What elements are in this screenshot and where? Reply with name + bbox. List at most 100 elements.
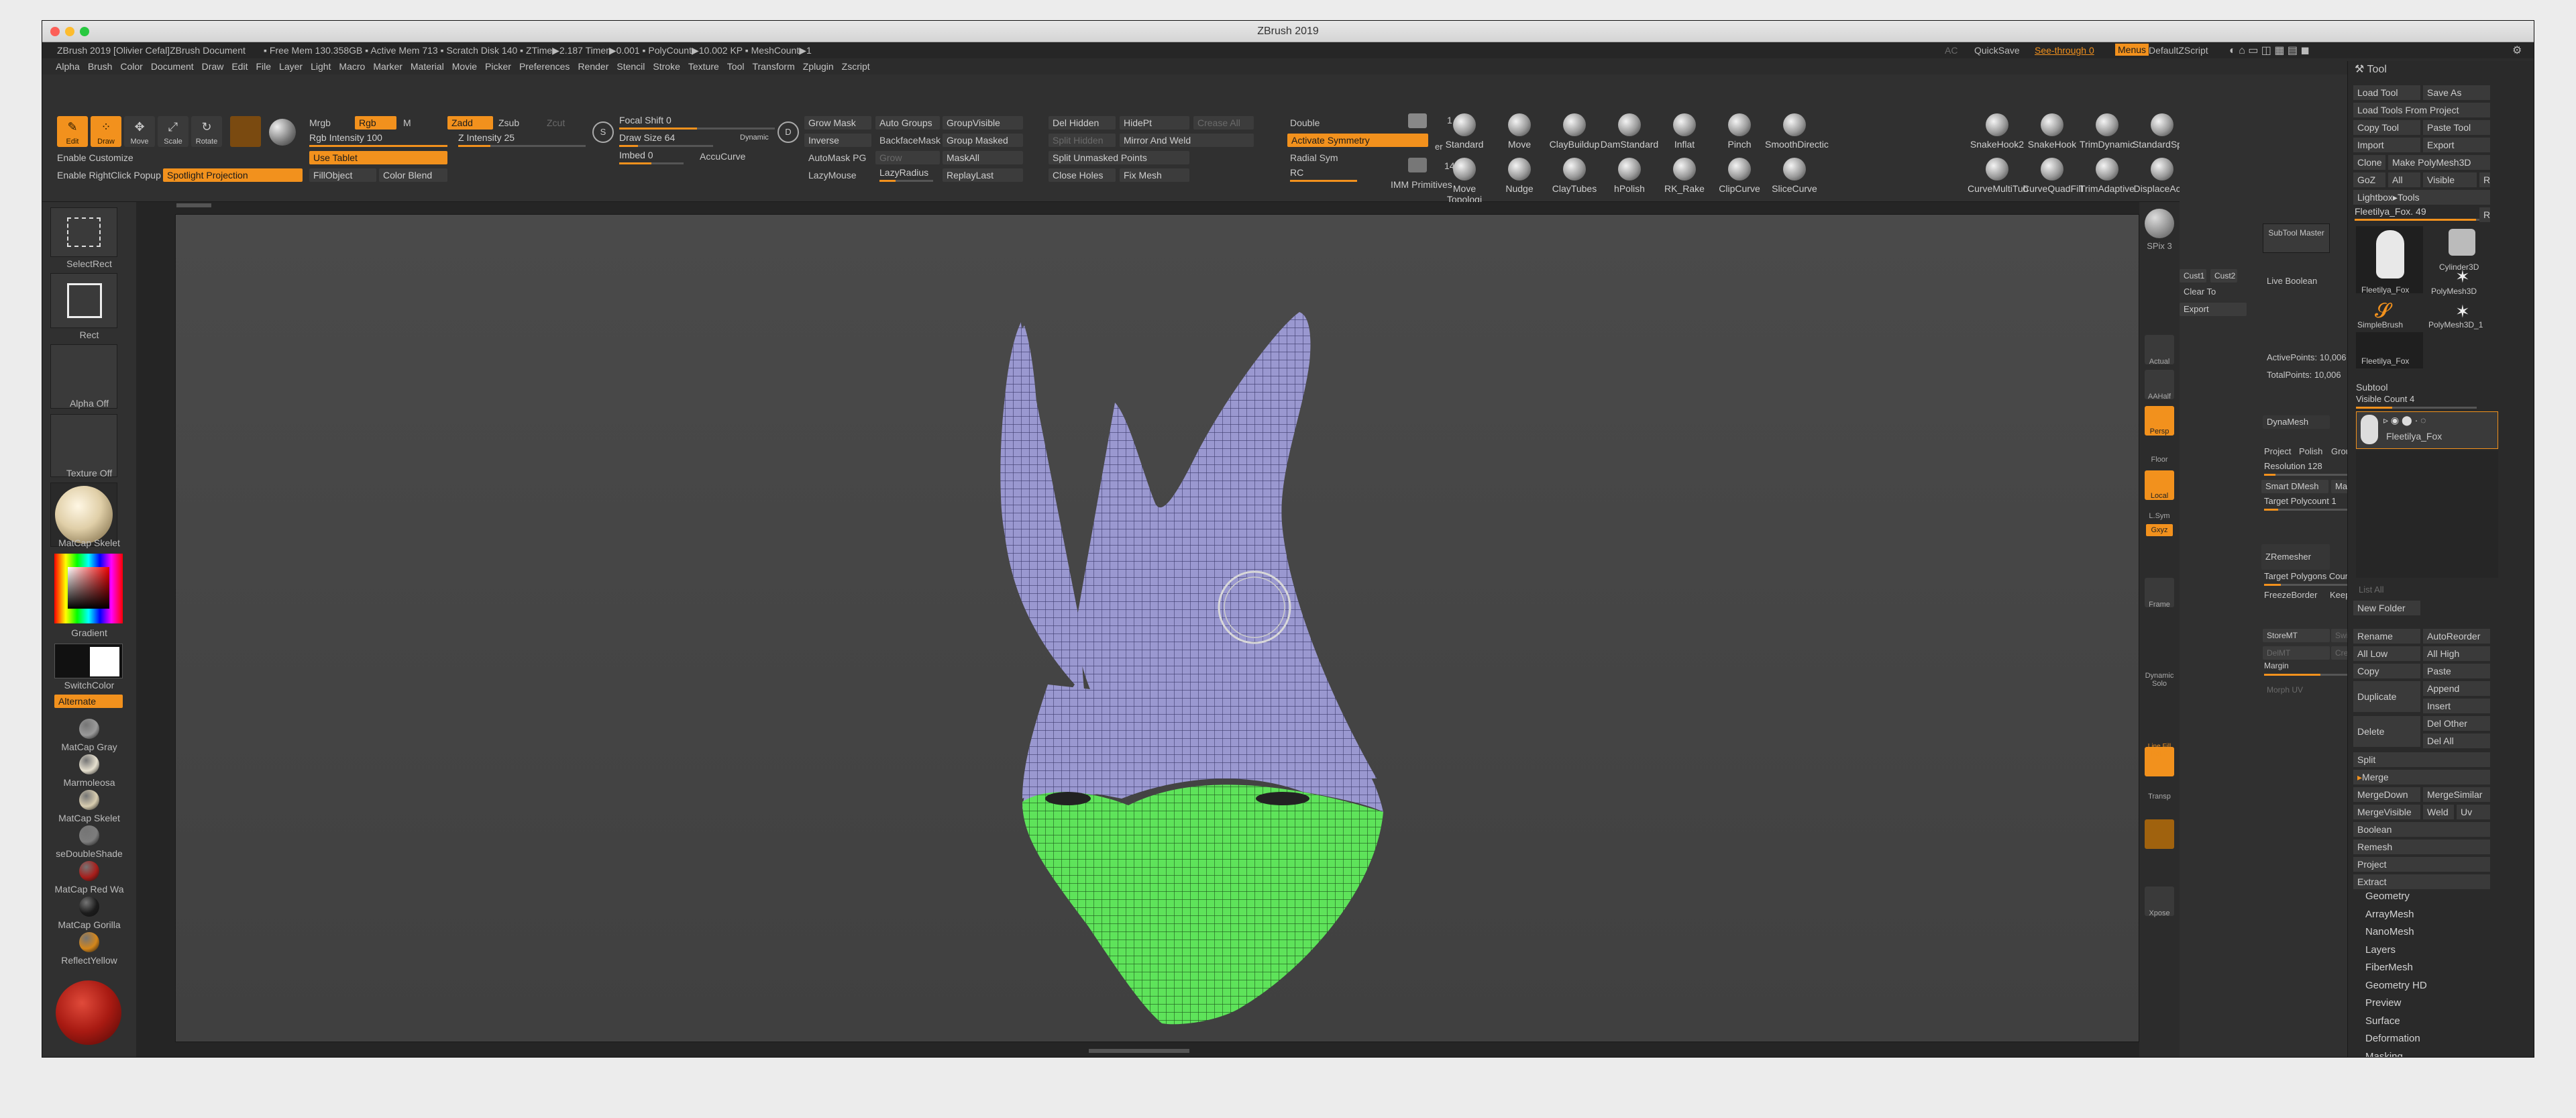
paste-tool-button[interactable]: Paste Tool	[2423, 120, 2490, 135]
brush-preview[interactable]	[230, 116, 261, 147]
brush-move-topologi[interactable]: Move Topologi	[1435, 158, 1494, 205]
subtool-item[interactable]: ▹ ◉ ⬤ · ◌ Fleetilya_Fox	[2356, 411, 2498, 449]
material-reflectyellow[interactable]: ReflectYellow	[42, 932, 136, 966]
menu-movie[interactable]: Movie	[448, 58, 481, 74]
goz-button[interactable]: GoZ	[2353, 172, 2385, 187]
zcut-button[interactable]: Zcut	[547, 117, 565, 128]
fillobject-button[interactable]: FillObject	[309, 168, 376, 182]
grow-button[interactable]: Grow	[875, 151, 940, 164]
section-preview[interactable]: Preview	[2365, 997, 2401, 1009]
grow-mask-button[interactable]: Grow Mask	[804, 116, 871, 130]
d-size-icon[interactable]: D	[777, 121, 799, 143]
z-intensity-slider[interactable]: Z Intensity 25	[458, 132, 586, 147]
export-tool-button[interactable]: Export	[2423, 138, 2490, 152]
cust1-button[interactable]: Cust1	[2180, 269, 2206, 283]
current-r-button[interactable]: R	[2479, 207, 2490, 222]
rgb-intensity-slider[interactable]: Rgb Intensity 100	[309, 132, 447, 147]
paste-button[interactable]: Paste	[2423, 664, 2490, 678]
mergevisible-button[interactable]: MergeVisible	[2353, 805, 2420, 819]
menu-alpha[interactable]: Alpha	[52, 58, 84, 74]
all-button[interactable]: All	[2388, 172, 2420, 187]
menu-zscript[interactable]: Zscript	[838, 58, 874, 74]
brush-curvemultitub[interactable]: CurveMultiTub	[1968, 158, 2029, 194]
split-button[interactable]: Split	[2353, 752, 2490, 767]
color-blend-button[interactable]: Color Blend	[379, 168, 447, 182]
dynamic-toggle[interactable]: Dynamic	[740, 134, 769, 142]
menu-edit[interactable]: Edit	[227, 58, 252, 74]
close-holes-button[interactable]: Close Holes	[1049, 168, 1116, 182]
project-button[interactable]: Project	[2353, 857, 2490, 872]
boolean-button[interactable]: Boolean	[2353, 822, 2490, 837]
del-other-button[interactable]: Del Other	[2423, 716, 2490, 731]
draw-size-slider[interactable]: Draw Size 64	[619, 132, 713, 147]
project-toggle[interactable]: Project	[2264, 446, 2291, 456]
main-material-sphere[interactable]	[56, 980, 121, 1045]
subtool-master-button[interactable]: SubTool Master	[2263, 223, 2330, 253]
mrgb-button[interactable]: Mrgb	[309, 117, 331, 128]
autoreorder-button[interactable]: AutoReorder	[2423, 629, 2490, 644]
append-button[interactable]: Append	[2423, 681, 2490, 696]
menu-color[interactable]: Color	[116, 58, 146, 74]
crease-all-button[interactable]: Crease All	[1193, 116, 1254, 130]
del-all-button[interactable]: Del All	[2423, 733, 2490, 748]
brush-rk-rake[interactable]: RK_Rake	[1655, 158, 1714, 194]
brush-damstandard[interactable]: DamStandard	[1600, 113, 1659, 150]
morph-uv-button[interactable]: Morph UV	[2267, 685, 2303, 695]
menu-layer[interactable]: Layer	[275, 58, 307, 74]
section-layers[interactable]: Layers	[2365, 944, 2396, 956]
menu-marker[interactable]: Marker	[369, 58, 407, 74]
clear-to-button[interactable]: Clear To	[2184, 287, 2216, 297]
switchcolor-swatch[interactable]	[54, 644, 123, 678]
rotate-mode-button[interactable]: ↻ Rotate	[191, 116, 222, 147]
rename-button[interactable]: Rename	[2353, 629, 2420, 644]
menu-tool[interactable]: Tool	[723, 58, 749, 74]
selectrect-tile[interactable]	[50, 207, 117, 257]
lazymouse-button[interactable]: LazyMouse	[808, 170, 857, 181]
brush-trimadaptive[interactable]: TrimAdaptive	[2078, 158, 2137, 194]
subtool-header[interactable]: Subtool	[2356, 382, 2387, 393]
make-polymesh-button[interactable]: Make PolyMesh3D	[2388, 155, 2490, 170]
load-tool-button[interactable]: Load Tool	[2353, 85, 2420, 100]
uv-button[interactable]: Uv	[2457, 805, 2490, 819]
backfacemask-button[interactable]: BackfaceMask	[879, 135, 941, 146]
brush-smoothdirectic[interactable]: SmoothDirectic	[1765, 113, 1829, 150]
freezeborder-toggle[interactable]: FreezeBorder	[2264, 590, 2317, 600]
menu-document[interactable]: Document	[147, 58, 198, 74]
brush-standard[interactable]: Standard	[1435, 113, 1494, 150]
s-size-icon[interactable]: S	[592, 121, 614, 143]
rgb-button[interactable]: Rgb	[355, 116, 396, 130]
seethrough-slider[interactable]: See-through 0	[2035, 45, 2094, 56]
gxyz-button[interactable]: Gxyz	[2146, 524, 2173, 536]
material-sedoubleshade[interactable]: seDoubleShade	[42, 825, 136, 859]
live-boolean-button[interactable]: Live Boolean	[2267, 276, 2317, 286]
ac-label[interactable]: AC	[1945, 45, 1957, 56]
import-button[interactable]: Import	[2353, 138, 2420, 152]
edit-mode-button[interactable]: ✎ Edit	[57, 116, 88, 147]
menu-draw[interactable]: Draw	[198, 58, 228, 74]
section-arraymesh[interactable]: ArrayMesh	[2365, 909, 2414, 920]
spix-label[interactable]: SPix 3	[2139, 241, 2180, 251]
menu-file[interactable]: File	[252, 58, 275, 74]
brush-snakehook[interactable]: SnakeHook	[2023, 113, 2082, 150]
duplicate-button[interactable]: Duplicate	[2353, 681, 2420, 712]
bottom-scroll-handle[interactable]	[1089, 1049, 1189, 1053]
brush-move[interactable]: Move	[1490, 113, 1549, 150]
fix-mesh-button[interactable]: Fix Mesh	[1120, 168, 1189, 182]
accucurve-button[interactable]: AccuCurve	[700, 151, 745, 162]
maskall-button[interactable]: MaskAll	[943, 151, 1023, 164]
rc-slider[interactable]: RC	[1290, 167, 1357, 182]
imbed-slider[interactable]: Imbed 0	[619, 150, 684, 164]
layout-icons[interactable]: ◐ ⌂ ▭ ◫ ▦ ▤ ◼	[2229, 44, 2310, 57]
merge-button[interactable]: ▸Merge	[2353, 770, 2490, 784]
brush-trimdynamic[interactable]: TrimDynamic	[2078, 113, 2137, 150]
radial-sym-button[interactable]: Radial Sym	[1290, 152, 1338, 163]
draw-mode-button[interactable]: ⁘ Draw	[91, 116, 121, 147]
floor-label[interactable]: Floor	[2139, 456, 2180, 464]
enable-customize[interactable]: Enable Customize	[57, 152, 133, 163]
menu-material[interactable]: Material	[407, 58, 448, 74]
automask-pg-button[interactable]: AutoMask PG	[808, 152, 866, 163]
material-matcap-gray[interactable]: MatCap Gray	[42, 719, 136, 752]
all-low-button[interactable]: All Low	[2353, 646, 2420, 661]
subtool-eye-icons[interactable]: ▹ ◉ ⬤ · ◌	[2383, 415, 2426, 426]
replaylast-button[interactable]: ReplayLast	[943, 168, 1023, 182]
